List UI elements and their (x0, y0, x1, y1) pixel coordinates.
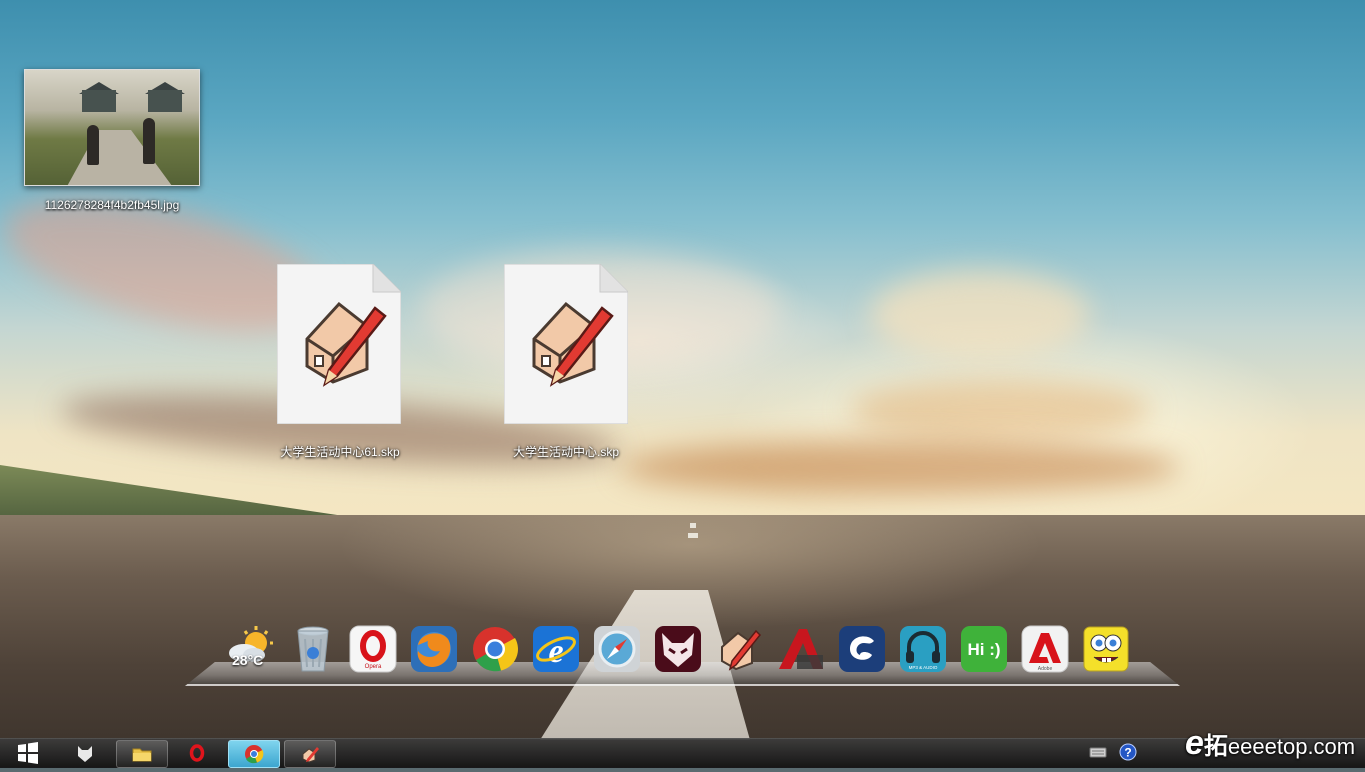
taskbar-opera[interactable] (172, 740, 222, 766)
fox-icon (78, 746, 92, 762)
taskbar-fox[interactable] (62, 740, 108, 766)
folder-icon (132, 748, 152, 762)
taskbar-sketchup[interactable] (284, 740, 336, 768)
watermark-cn: 拓 (1203, 733, 1228, 760)
ie-icon: e (533, 626, 579, 672)
chrome-icon (245, 745, 264, 764)
opera-icon: Opera (349, 625, 397, 673)
safari-icon (594, 626, 640, 672)
sketchup-file-icon (277, 264, 401, 424)
3dsmax-icon (839, 626, 885, 672)
keyboard-icon (1089, 747, 1107, 758)
taskbar-chrome[interactable] (228, 740, 280, 768)
dock-3ds-max[interactable] (838, 625, 886, 673)
dock-recycle-bin[interactable] (289, 625, 337, 673)
photo-thumbnail (24, 69, 200, 186)
tray-help[interactable]: ? (1118, 742, 1138, 767)
svg-text:Opera: Opera (365, 664, 382, 670)
desktop-icon-label: 大学生活动中心.skp (512, 445, 619, 459)
tray-keyboard[interactable] (1089, 742, 1107, 767)
dock-internet-explorer[interactable]: e (532, 625, 580, 673)
desktop-icon-label: 1126278284f4b2fb45l.jpg (44, 198, 180, 212)
opera-icon (189, 744, 205, 762)
dock-chrome[interactable] (471, 625, 519, 673)
weather-temperature: 28°C (232, 652, 264, 668)
taskbar-explorer[interactable] (116, 740, 168, 768)
dock-messenger[interactable]: Hi :) (960, 625, 1008, 673)
spongebob-icon (1083, 626, 1129, 672)
eeeetop-watermark: e拓eeeetop.com (1185, 724, 1355, 763)
adobe-icon: Adobe (1021, 625, 1069, 673)
svg-text:MP3 & AUDIO: MP3 & AUDIO (909, 665, 938, 670)
start-button[interactable] (10, 740, 46, 766)
firefox-icon (411, 626, 457, 672)
watermark-site: eeeetop.com (1227, 734, 1356, 759)
dock-mp3-audio[interactable]: MP3 & AUDIO (899, 625, 947, 673)
watermark-logo: e (1185, 724, 1204, 762)
dock-firefox[interactable] (410, 625, 458, 673)
sketchup-icon (302, 747, 319, 763)
recycle-bin-icon (297, 626, 329, 672)
dock-sketchup[interactable] (716, 625, 764, 673)
dock-autocad[interactable] (777, 625, 825, 673)
autocad-icon (779, 629, 823, 669)
chrome-icon (473, 627, 518, 672)
fox-mask-icon (655, 626, 701, 672)
sketchup-file-icon (504, 264, 628, 424)
dock-spongebob[interactable] (1082, 625, 1130, 673)
chat-bubble-icon: Hi :) (961, 626, 1007, 672)
help-icon: ? (1119, 743, 1137, 761)
dock-safari[interactable] (593, 625, 641, 673)
dock-fox-app[interactable] (654, 625, 702, 673)
svg-text:Hi :): Hi :) (967, 640, 1000, 659)
svg-text:Adobe: Adobe (1038, 666, 1053, 672)
desktop-icon-label: 大学生活动中心61.skp (280, 445, 400, 459)
dock-adobe[interactable]: Adobe (1021, 625, 1069, 673)
windows-logo-icon (18, 742, 38, 764)
svg-text:?: ? (1124, 746, 1131, 760)
sketchup-icon (721, 629, 762, 671)
dock-opera[interactable]: Opera (349, 625, 397, 673)
headphones-icon: MP3 & AUDIO (900, 626, 946, 672)
